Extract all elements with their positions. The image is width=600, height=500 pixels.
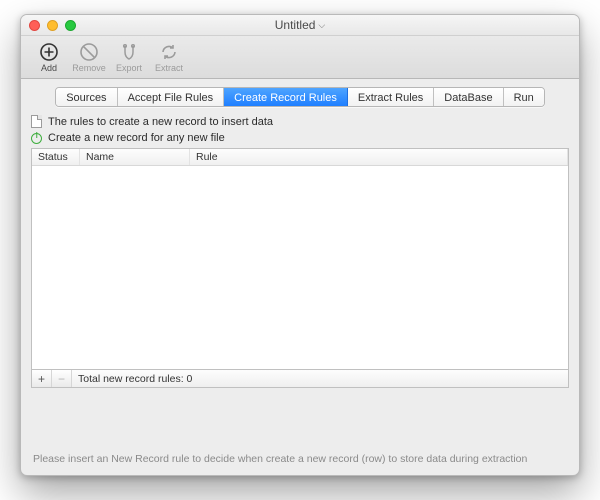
panel-description-row: The rules to create a new record to inse… bbox=[31, 113, 569, 130]
minimize-icon[interactable] bbox=[47, 20, 58, 31]
app-window: Untitled ⌵ Add Remove bbox=[20, 14, 580, 476]
tab-database[interactable]: DataBase bbox=[434, 88, 503, 106]
add-label: Add bbox=[41, 63, 57, 73]
no-entry-icon bbox=[78, 41, 100, 63]
tab-run[interactable]: Run bbox=[504, 88, 544, 106]
tab-create[interactable]: Create Record Rules bbox=[224, 88, 348, 106]
file-icon bbox=[31, 115, 42, 128]
total-rules-label: Total new record rules: 0 bbox=[72, 373, 192, 385]
hint-text: Please insert an New Record rule to deci… bbox=[31, 449, 569, 467]
segmented-tabs: Sources Accept File Rules Create Record … bbox=[55, 87, 545, 107]
tab-bar: Sources Accept File Rules Create Record … bbox=[21, 79, 579, 113]
extract-button[interactable]: Extract bbox=[149, 41, 189, 73]
table-header: Status Name Rule bbox=[32, 149, 568, 166]
titlebar: Untitled ⌵ bbox=[21, 15, 579, 36]
toggle-row[interactable]: Create a new record for any new file bbox=[31, 130, 569, 146]
col-status[interactable]: Status bbox=[32, 149, 80, 165]
rules-table: Status Name Rule bbox=[31, 148, 569, 370]
col-rule[interactable]: Rule bbox=[190, 149, 568, 165]
toolbar: Add Remove Export bbox=[21, 36, 579, 79]
add-button[interactable]: Add bbox=[29, 41, 69, 73]
window-title-text: Untitled bbox=[275, 18, 316, 32]
tab-accept[interactable]: Accept File Rules bbox=[118, 88, 225, 106]
toggle-label: Create a new record for any new file bbox=[48, 132, 225, 144]
close-icon[interactable] bbox=[29, 20, 40, 31]
export-icon bbox=[118, 41, 140, 63]
chevron-down-icon[interactable]: ⌵ bbox=[318, 20, 325, 31]
traffic-lights bbox=[29, 20, 76, 31]
remove-label: Remove bbox=[72, 63, 106, 73]
extract-label: Extract bbox=[155, 63, 183, 73]
panel-description: The rules to create a new record to inse… bbox=[48, 116, 273, 128]
export-label: Export bbox=[116, 63, 142, 73]
tab-extract[interactable]: Extract Rules bbox=[348, 88, 434, 106]
tab-sources[interactable]: Sources bbox=[56, 88, 117, 106]
export-button[interactable]: Export bbox=[109, 41, 149, 73]
remove-button[interactable]: Remove bbox=[69, 41, 109, 73]
content-panel: The rules to create a new record to inse… bbox=[21, 113, 579, 475]
maximize-icon[interactable] bbox=[65, 20, 76, 31]
window-title: Untitled ⌵ bbox=[275, 18, 326, 32]
power-icon bbox=[31, 133, 42, 144]
table-body bbox=[32, 166, 568, 369]
table-footer: + − Total new record rules: 0 bbox=[31, 370, 569, 388]
add-rule-button[interactable]: + bbox=[32, 370, 52, 387]
col-name[interactable]: Name bbox=[80, 149, 190, 165]
remove-rule-button[interactable]: − bbox=[52, 370, 72, 387]
refresh-icon bbox=[158, 41, 180, 63]
plus-circle-icon bbox=[38, 41, 60, 63]
